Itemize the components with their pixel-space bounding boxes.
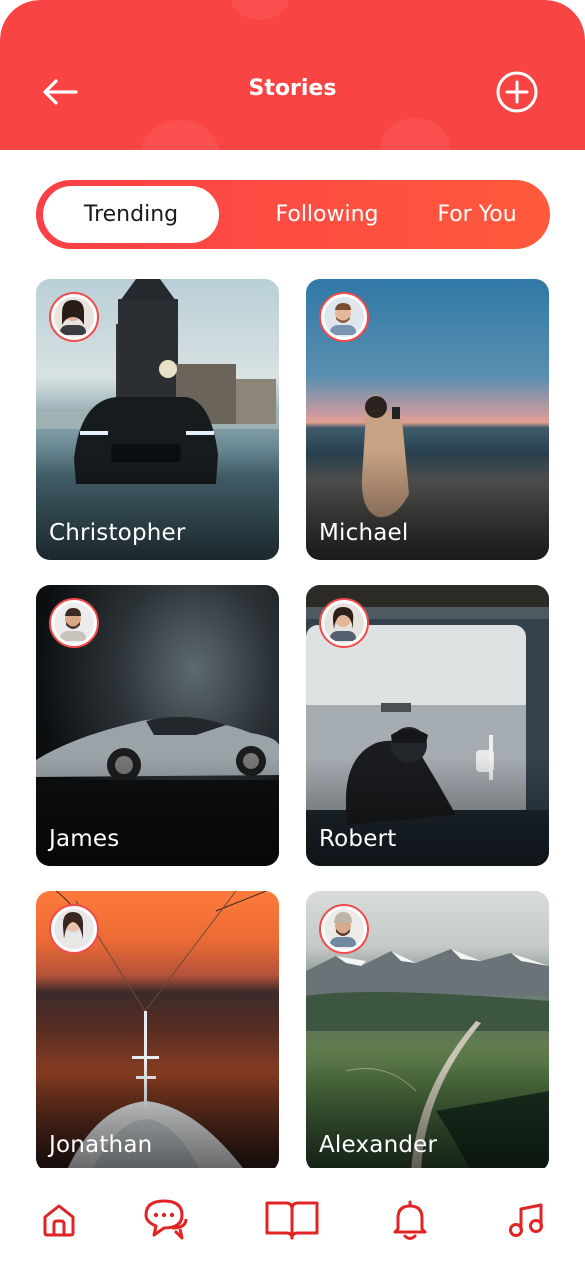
avatar[interactable]	[319, 598, 369, 648]
story-author-name: Christopher	[49, 520, 186, 546]
avatar-photo	[324, 603, 364, 643]
tab-for-you[interactable]: For You	[422, 186, 532, 243]
nav-messages[interactable]	[142, 1196, 190, 1244]
avatar[interactable]	[49, 598, 99, 648]
phone-screen: Stories Trending Following For You Chris…	[0, 0, 585, 1266]
story-author-name: Michael	[319, 520, 409, 546]
story-author-name: Jonathan	[49, 1132, 153, 1158]
bottom-navigation	[0, 1168, 585, 1266]
avatar-photo	[324, 909, 364, 949]
header-bar: Stories	[0, 0, 585, 150]
music-icon	[509, 1203, 543, 1237]
avatar-photo	[54, 297, 94, 337]
chat-icon	[144, 1199, 188, 1240]
story-author-name: Robert	[319, 826, 397, 852]
story-card[interactable]: Robert	[306, 585, 549, 866]
tab-trending[interactable]: Trending	[43, 186, 219, 243]
avatar[interactable]	[319, 292, 369, 342]
nav-music[interactable]	[503, 1196, 551, 1244]
story-card[interactable]: Jonathan	[36, 891, 279, 1172]
header-decoration	[230, 0, 290, 20]
tab-following[interactable]: Following	[256, 186, 398, 243]
story-author-name: Alexander	[319, 1132, 438, 1158]
story-card[interactable]: Michael	[306, 279, 549, 560]
plus-circle-icon	[496, 71, 538, 113]
home-icon	[43, 1204, 75, 1237]
story-tabs: Trending Following For You	[36, 180, 550, 249]
header-decoration	[140, 120, 220, 150]
story-card[interactable]: James	[36, 585, 279, 866]
avatar[interactable]	[49, 292, 99, 342]
nav-home[interactable]	[35, 1196, 83, 1244]
avatar-photo	[54, 603, 94, 643]
header-decoration	[380, 118, 450, 150]
avatar[interactable]	[49, 904, 99, 954]
nav-notifications[interactable]	[386, 1196, 434, 1244]
avatar[interactable]	[319, 904, 369, 954]
avatar-photo	[324, 297, 364, 337]
bell-icon	[393, 1200, 427, 1240]
story-author-name: James	[49, 826, 120, 852]
nav-stories[interactable]	[262, 1196, 322, 1244]
book-icon	[265, 1201, 319, 1240]
story-card[interactable]: Alexander	[306, 891, 549, 1172]
add-story-button[interactable]	[496, 71, 538, 113]
avatar-photo	[54, 909, 94, 949]
story-card[interactable]: Christopher	[36, 279, 279, 560]
